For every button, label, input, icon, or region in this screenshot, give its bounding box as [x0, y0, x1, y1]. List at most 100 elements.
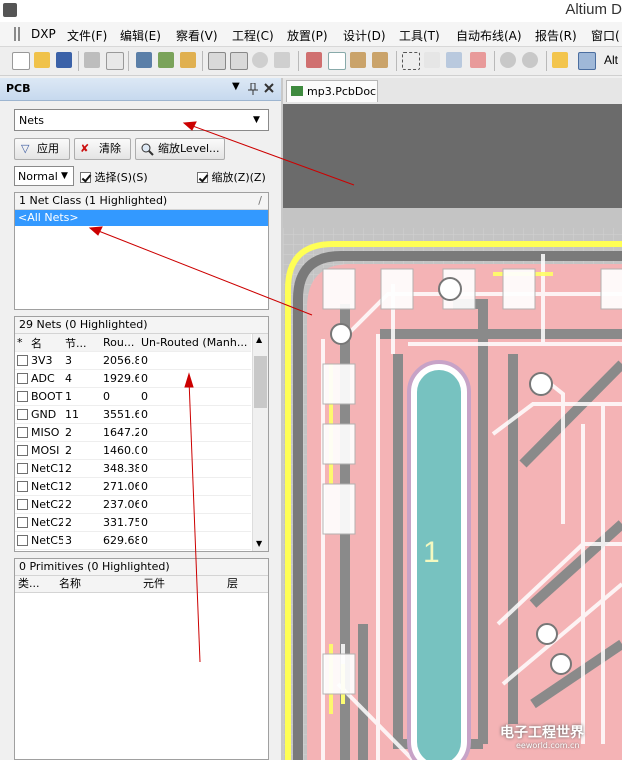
table-row[interactable]: MISO 2 1647.2 0	[15, 423, 251, 442]
deselect-icon[interactable]	[470, 52, 486, 68]
table-row[interactable]: ADC 4 1929.6 0	[15, 369, 251, 388]
net-visibility-checkbox[interactable]	[17, 355, 28, 366]
net-nodes-cell: 2	[63, 495, 101, 514]
layers-icon[interactable]	[136, 52, 152, 68]
column-header-type[interactable]: 类...	[18, 576, 40, 592]
net-unrouted-cell: 0	[139, 513, 251, 532]
menu-item-3[interactable]: 察看(V)	[176, 27, 218, 44]
net-class-list: 1 Net Class (1 Highlighted) / <All Nets>	[14, 192, 269, 310]
copy-icon[interactable]	[328, 52, 346, 70]
menu-item-1[interactable]: 文件(F)	[67, 27, 107, 44]
column-header-star[interactable]: *	[15, 334, 29, 352]
inspector-icon[interactable]	[578, 52, 596, 70]
zoom-area-icon[interactable]	[230, 52, 248, 70]
zoom-checkbox-box[interactable]	[197, 172, 208, 183]
redo-icon[interactable]	[522, 52, 538, 68]
net-visibility-checkbox[interactable]	[17, 445, 28, 456]
print-icon[interactable]	[84, 52, 100, 68]
net-name-cell: NetC2	[29, 513, 63, 532]
net-visibility-checkbox[interactable]	[17, 427, 28, 438]
clear-button[interactable]: ✘ 清除	[74, 138, 131, 160]
table-row[interactable]: GND 11 3551.6 0	[15, 405, 251, 424]
nets-header: 29 Nets (0 Highlighted)	[15, 317, 268, 334]
net-visibility-checkbox[interactable]	[17, 481, 28, 492]
cut-icon[interactable]	[306, 52, 322, 68]
table-row[interactable]: NetC5 3 629.68 0	[15, 531, 251, 550]
mask-mode-select[interactable]: Normal ▼	[14, 166, 74, 186]
panel-menu-icon[interactable]: ▼	[232, 81, 240, 92]
select-checkbox[interactable]: 选择(S)(S)	[80, 169, 148, 185]
zoom-fit-icon[interactable]	[208, 52, 226, 70]
pcb-canvas[interactable]	[283, 104, 622, 760]
menu-item-10[interactable]: 窗口(	[591, 27, 620, 44]
save-icon[interactable]	[56, 52, 72, 68]
tab-label: mp3.PcbDoc	[307, 85, 377, 98]
net-visibility-checkbox[interactable]	[17, 535, 28, 546]
column-header-nodes[interactable]: 节...	[63, 334, 101, 352]
table-row[interactable]: NetC2 2 237.06 0	[15, 495, 251, 514]
column-header-name[interactable]: 名称	[59, 576, 81, 592]
column-header-name[interactable]: 名	[29, 334, 63, 352]
net-class-item-all-nets[interactable]: <All Nets>	[15, 210, 268, 226]
panel-mode-select[interactable]: Nets ▼	[14, 109, 269, 131]
zoom-selected-icon[interactable]	[252, 52, 268, 68]
nets-scrollbar-thumb[interactable]	[254, 356, 267, 408]
move-icon[interactable]	[424, 52, 440, 68]
net-name-cell: BOOT	[29, 387, 63, 406]
table-row[interactable]: NetC63346.620	[15, 549, 251, 551]
table-row[interactable]: MOSI 2 1460.0 0	[15, 441, 251, 460]
menu-item-7[interactable]: 工具(T)	[399, 27, 440, 44]
menu-item-8[interactable]: 自动布线(A)	[456, 27, 522, 44]
column-header-unrouted[interactable]: Un-Routed (Manh...	[139, 334, 251, 352]
watermark-url: eeworld.com.cn	[516, 741, 580, 750]
net-nodes-cell: 11	[63, 405, 101, 424]
net-nodes-cell: 4	[63, 369, 101, 388]
new-file-icon[interactable]	[12, 52, 30, 70]
component-icon[interactable]	[180, 52, 196, 68]
open-folder-icon[interactable]	[34, 52, 50, 68]
select-cross-icon[interactable]	[446, 52, 462, 68]
pin-icon[interactable]	[248, 83, 258, 95]
table-row[interactable]: NetC2 2 331.75 0	[15, 513, 251, 532]
menu-item-9[interactable]: 报告(R)	[535, 27, 577, 44]
paste-icon[interactable]	[350, 52, 366, 68]
table-row[interactable]: NetC1 2 271.06 0	[15, 477, 251, 496]
menu-item-5[interactable]: 放置(P)	[287, 27, 328, 44]
net-visibility-checkbox[interactable]	[17, 517, 28, 528]
rubber-stamp-icon[interactable]	[372, 52, 388, 68]
net-visibility-checkbox[interactable]	[17, 463, 28, 474]
menu-item-0[interactable]: DXP	[31, 27, 56, 41]
net-visibility-checkbox[interactable]	[17, 499, 28, 510]
close-icon[interactable]	[264, 83, 274, 93]
select-area-icon[interactable]	[402, 52, 420, 70]
menu-item-2[interactable]: 编辑(E)	[120, 27, 161, 44]
tab-mp3-pcbdoc[interactable]: mp3.PcbDoc	[286, 80, 378, 102]
net-visibility-checkbox[interactable]	[17, 409, 28, 420]
column-header-routed[interactable]: Rou...	[101, 334, 139, 352]
undo-icon[interactable]	[500, 52, 516, 68]
net-visibility-checkbox[interactable]	[17, 391, 28, 402]
pcb-board-drawing	[283, 104, 622, 760]
net-name-cell: ADC	[29, 369, 63, 388]
table-row[interactable]: BOOT 1 0 0	[15, 387, 251, 406]
scroll-up-icon[interactable]: ▲	[256, 335, 262, 344]
net-visibility-checkbox[interactable]	[17, 373, 28, 384]
pencil-icon[interactable]	[552, 52, 568, 68]
chevron-down-icon: ▼	[61, 171, 68, 181]
apply-button[interactable]: ▽ 应用	[14, 138, 70, 160]
select-checkbox-box[interactable]	[80, 172, 91, 183]
zoom-level-button[interactable]: 缩放Level...	[135, 138, 225, 160]
table-row[interactable]: NetC1 2 348.38 0	[15, 459, 251, 478]
table-row[interactable]: 3V3 3 2056.8 0	[15, 351, 251, 370]
menu-item-6[interactable]: 设计(D)	[343, 27, 386, 44]
print-preview-icon[interactable]	[106, 52, 124, 70]
zoom-checkbox[interactable]: 缩放(Z)(Z)	[197, 169, 266, 185]
scroll-down-icon[interactable]: ▼	[256, 539, 262, 548]
component-designator-label: 1	[423, 536, 440, 569]
menu-item-4[interactable]: 工程(C)	[232, 27, 274, 44]
nets-scrollbar[interactable]: ▲ ▼	[252, 334, 268, 551]
column-header-component[interactable]: 元件	[143, 576, 165, 592]
board-icon[interactable]	[158, 52, 174, 68]
column-header-layer[interactable]: 层	[227, 576, 238, 592]
zoom-object-icon[interactable]	[274, 52, 290, 68]
